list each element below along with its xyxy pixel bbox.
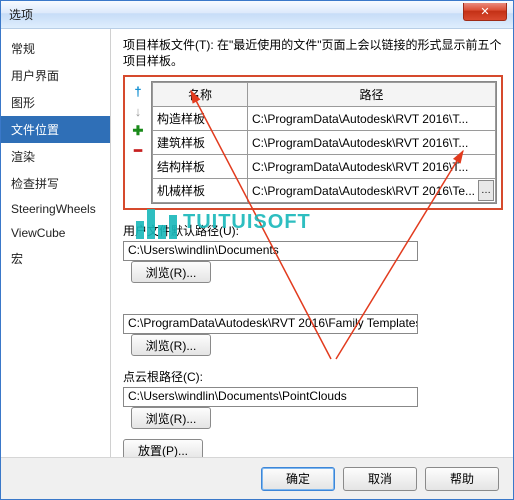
arrow-up-icon: † [134,84,141,99]
cell-path[interactable]: C:\ProgramData\Autodesk\RVT 2016\T... [248,131,496,155]
dialog-footer: 确定 取消 帮助 [1,457,513,499]
move-up-button[interactable]: † [130,83,146,99]
cell-name[interactable]: 结构样板 [153,155,248,179]
content-panel: 项目样板文件(T): 在"最近使用的文件"页面上会以链接的形式显示前五个项目样板… [111,29,513,457]
table-row[interactable]: 构造样板 C:\ProgramData\Autodesk\RVT 2016\T.… [153,107,496,131]
cloud-path-label: 点云根路径(C): [123,368,503,385]
help-button[interactable]: 帮助 [425,467,499,491]
titlebar: 选项 ✕ [1,1,513,29]
sidebar-item-steeringwheels[interactable]: SteeringWheels [1,197,110,221]
template-description: 项目样板文件(T): 在"最近使用的文件"页面上会以链接的形式显示前五个项目样板… [123,37,503,69]
table-header-row: 名称 路径 [153,83,496,107]
cell-path-text: C:\ProgramData\Autodesk\RVT 2016\Te... [252,184,475,198]
dialog-window: 选项 ✕ 常规 用户界面 图形 文件位置 渲染 检查拼写 SteeringWhe… [0,0,514,500]
col-header-name: 名称 [153,83,248,107]
titlebar-title: 选项 [9,6,33,23]
user-path-input[interactable]: C:\Users\windlin\Documents [123,241,418,261]
template-table-area: † ↓ ✚ ━ 名称 路径 构造样板 C:\ProgramData [123,75,503,210]
sidebar-item-spellcheck[interactable]: 检查拼写 [1,170,110,197]
dialog-body: 常规 用户界面 图形 文件位置 渲染 检查拼写 SteeringWheels V… [1,29,513,457]
minus-icon: ━ [134,143,142,159]
remove-button[interactable]: ━ [130,143,146,159]
browse-family-path-button[interactable]: 浏览(R)... [131,334,211,356]
place-button[interactable]: 放置(P)... [123,439,203,457]
user-path-label: 用户文件默认路径(U): [123,222,503,239]
browse-user-path-button[interactable]: 浏览(R)... [131,261,211,283]
sidebar: 常规 用户界面 图形 文件位置 渲染 检查拼写 SteeringWheels V… [1,29,111,457]
cloud-path-input[interactable]: C:\Users\windlin\Documents\PointClouds [123,387,418,407]
table-toolbar: † ↓ ✚ ━ [129,81,147,204]
sidebar-item-file-locations[interactable]: 文件位置 [1,116,110,143]
family-path-input[interactable]: C:\ProgramData\Autodesk\RVT 2016\Family … [123,314,418,334]
family-path-row: 族样板文件默认路径(F): C:\ProgramData\Autodesk\RV… [123,295,503,356]
sidebar-item-graphics[interactable]: 图形 [1,89,110,116]
move-down-button[interactable]: ↓ [130,103,146,119]
arrow-down-icon: ↓ [135,104,142,119]
browse-cloud-path-button[interactable]: 浏览(R)... [131,407,211,429]
path-browse-icon[interactable]: … [478,180,494,201]
cell-name[interactable]: 机械样板 [153,179,248,203]
sidebar-item-render[interactable]: 渲染 [1,143,110,170]
cell-name[interactable]: 构造样板 [153,107,248,131]
cloud-path-row: 点云根路径(C): C:\Users\windlin\Documents\Poi… [123,368,503,429]
cell-path[interactable]: C:\ProgramData\Autodesk\RVT 2016\T... [248,107,496,131]
cell-path[interactable]: C:\ProgramData\Autodesk\RVT 2016\Te... … [248,179,496,203]
sidebar-item-ui[interactable]: 用户界面 [1,62,110,89]
table-row[interactable]: 建筑样板 C:\ProgramData\Autodesk\RVT 2016\T.… [153,131,496,155]
close-button[interactable]: ✕ [463,3,507,21]
table-row[interactable]: 结构样板 C:\ProgramData\Autodesk\RVT 2016\T.… [153,155,496,179]
user-path-row: 用户文件默认路径(U): C:\Users\windlin\Documents … [123,222,503,283]
close-icon: ✕ [480,5,489,18]
add-button[interactable]: ✚ [130,123,146,139]
sidebar-item-general[interactable]: 常规 [1,35,110,62]
template-grid: 名称 路径 构造样板 C:\ProgramData\Autodesk\RVT 2… [151,81,497,204]
table-row[interactable]: 机械样板 C:\ProgramData\Autodesk\RVT 2016\Te… [153,179,496,203]
ok-button[interactable]: 确定 [261,467,335,491]
cell-path[interactable]: C:\ProgramData\Autodesk\RVT 2016\T... [248,155,496,179]
cell-name[interactable]: 建筑样板 [153,131,248,155]
cancel-button[interactable]: 取消 [343,467,417,491]
sidebar-item-macros[interactable]: 宏 [1,245,110,272]
sidebar-item-viewcube[interactable]: ViewCube [1,221,110,245]
plus-icon: ✚ [133,123,144,139]
col-header-path: 路径 [248,83,496,107]
